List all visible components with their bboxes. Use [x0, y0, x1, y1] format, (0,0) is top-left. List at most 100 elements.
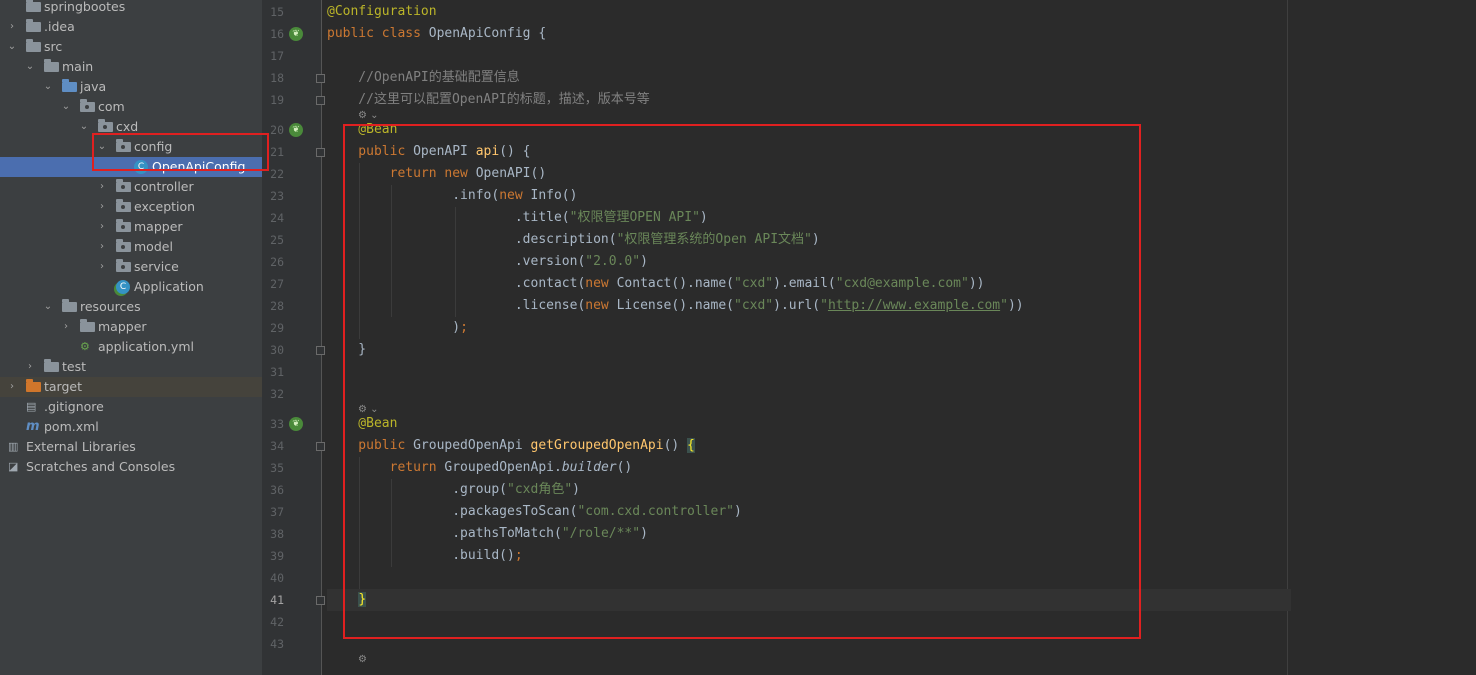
- source-folder-icon: [62, 79, 77, 92]
- right-margin-guide: [1287, 0, 1288, 675]
- package-icon: [116, 199, 131, 212]
- tree-item-external-libraries[interactable]: ▥ External Libraries: [0, 437, 262, 457]
- tree-item-label: com: [98, 99, 125, 114]
- yaml-file-icon: ⚙: [80, 340, 90, 353]
- line-number: 40: [270, 571, 284, 585]
- package-icon: [116, 239, 131, 252]
- tree-item-label: resources: [80, 299, 141, 314]
- tree-item-label: springbootes: [44, 0, 126, 14]
- annotation-box-code: [343, 124, 1141, 639]
- code-line[interactable]: //这里可以配置OpenAPI的标题，描述，版本号等: [327, 89, 649, 111]
- tree-item-src[interactable]: ⌄ src: [0, 37, 262, 57]
- scratches-icon: ◪: [8, 460, 19, 473]
- fold-marker-icon[interactable]: [316, 346, 325, 355]
- line-number: 16: [270, 27, 284, 41]
- line-number: 26: [270, 255, 284, 269]
- spring-bean-gutter-icon[interactable]: ❦: [289, 27, 303, 41]
- folder-icon: [26, 0, 41, 12]
- tree-item-java[interactable]: ⌄ java: [0, 77, 262, 97]
- folder-icon: [26, 39, 41, 52]
- chevron-right-icon[interactable]: ›: [96, 197, 108, 217]
- fold-marker-icon[interactable]: [316, 442, 325, 451]
- tree-item-mapper[interactable]: › mapper: [0, 317, 262, 337]
- tree-item-springbootes[interactable]: springbootes: [0, 0, 262, 17]
- tree-item-com[interactable]: ⌄ com: [0, 97, 262, 117]
- inlay-hint-icon[interactable]: ⚙: [358, 653, 367, 667]
- tree-item-label: java: [80, 79, 107, 94]
- chevron-right-icon[interactable]: ›: [24, 357, 36, 377]
- tree-item-service[interactable]: › service: [0, 257, 262, 277]
- chevron-right-icon[interactable]: ›: [96, 237, 108, 257]
- line-number: 29: [270, 321, 284, 335]
- chevron-right-icon[interactable]: ›: [96, 257, 108, 277]
- line-number: 35: [270, 461, 284, 475]
- chevron-right-icon[interactable]: ›: [6, 377, 18, 397]
- chevron-down-icon[interactable]: ⌄: [78, 117, 90, 137]
- tree-item-label: service: [134, 259, 179, 274]
- code-token: @Configuration: [327, 4, 437, 19]
- chevron-down-icon[interactable]: ⌄: [42, 297, 54, 317]
- tree-item-exception[interactable]: › exception: [0, 197, 262, 217]
- inlay-hint-icon[interactable]: ⚙ ⌄: [358, 109, 379, 123]
- line-number: 38: [270, 527, 284, 541]
- chevron-right-icon[interactable]: ›: [6, 17, 18, 37]
- chevron-down-icon[interactable]: ⌄: [6, 37, 18, 57]
- line-number: 33: [270, 417, 284, 431]
- chevron-down-icon[interactable]: ⌄: [24, 57, 36, 77]
- tree-item-application[interactable]: C Application: [0, 277, 262, 297]
- code-token: //OpenAPI的基础配置信息: [327, 70, 520, 85]
- folder-icon: [80, 319, 95, 332]
- line-number: 15: [270, 5, 284, 19]
- tree-item-controller[interactable]: › controller: [0, 177, 262, 197]
- spring-bean-gutter-icon[interactable]: ❦: [289, 123, 303, 137]
- tree-item-label: .idea: [44, 19, 75, 34]
- package-icon: [116, 179, 131, 192]
- tree-item-mapper[interactable]: › mapper: [0, 217, 262, 237]
- chevron-right-icon[interactable]: ›: [96, 217, 108, 237]
- line-number: 27: [270, 277, 284, 291]
- chevron-right-icon[interactable]: ›: [60, 317, 72, 337]
- line-number: 36: [270, 483, 284, 497]
- tree-item-pom-xml[interactable]: m pom.xml: [0, 417, 262, 437]
- code-line[interactable]: public class OpenApiConfig {: [327, 23, 546, 45]
- line-number: 43: [270, 637, 284, 651]
- tree-item-label: External Libraries: [26, 439, 136, 454]
- tree-item-scratches-and-consoles[interactable]: ◪ Scratches and Consoles: [0, 457, 262, 477]
- fold-marker-icon[interactable]: [316, 74, 325, 83]
- line-number: 37: [270, 505, 284, 519]
- file-icon: ▤: [26, 400, 37, 413]
- tree-item-model[interactable]: › model: [0, 237, 262, 257]
- line-number: 24: [270, 211, 284, 225]
- line-number: 39: [270, 549, 284, 563]
- line-number: 17: [270, 49, 284, 63]
- tree-item-idea[interactable]: › .idea: [0, 17, 262, 37]
- tree-item-resources[interactable]: ⌄ resources: [0, 297, 262, 317]
- chevron-down-icon[interactable]: ⌄: [60, 97, 72, 117]
- tree-item-label: mapper: [98, 319, 147, 334]
- tree-item-label: main: [62, 59, 94, 74]
- tree-item-gitignore[interactable]: ▤ .gitignore: [0, 397, 262, 417]
- tree-item-main[interactable]: ⌄ main: [0, 57, 262, 77]
- spring-boot-class-icon: C: [116, 280, 130, 294]
- package-icon: [98, 119, 113, 132]
- fold-marker-icon[interactable]: [316, 596, 325, 605]
- project-tree-panel: springbootes › .idea ⌄ src ⌄ main ⌄ java ⌄ com ⌄ cxd…: [0, 0, 262, 675]
- libraries-icon: ▥: [8, 440, 19, 453]
- tree-item-test[interactable]: › test: [0, 357, 262, 377]
- line-number: 19: [270, 93, 284, 107]
- package-icon: [116, 219, 131, 232]
- tree-item-target[interactable]: › target: [0, 377, 262, 397]
- tree-item-application-yml[interactable]: ⚙ application.yml: [0, 337, 262, 357]
- tree-item-label: mapper: [134, 219, 183, 234]
- fold-marker-icon[interactable]: [316, 96, 325, 105]
- tree-item-label: test: [62, 359, 87, 374]
- code-line[interactable]: //OpenAPI的基础配置信息: [327, 67, 520, 89]
- chevron-right-icon[interactable]: ›: [96, 177, 108, 197]
- code-line[interactable]: @Configuration: [327, 1, 437, 23]
- spring-bean-gutter-icon[interactable]: ❦: [289, 417, 303, 431]
- line-number: 28: [270, 299, 284, 313]
- fold-marker-icon[interactable]: [316, 148, 325, 157]
- line-number: 31: [270, 365, 284, 379]
- line-number: 23: [270, 189, 284, 203]
- chevron-down-icon[interactable]: ⌄: [42, 77, 54, 97]
